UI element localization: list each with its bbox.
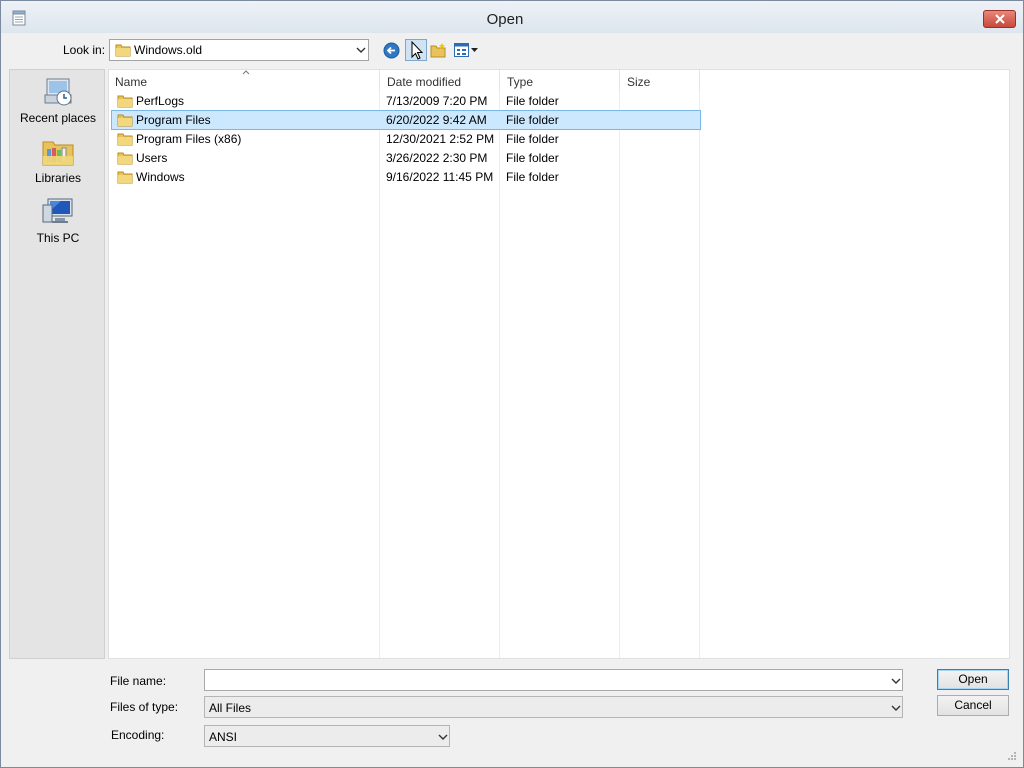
header-separator <box>379 70 380 92</box>
column-header-name[interactable]: Name <box>115 73 147 91</box>
files-of-type-label: Files of type: <box>110 700 179 714</box>
header-separator <box>699 70 700 92</box>
cell-name: PerfLogs <box>136 94 185 108</box>
file-list[interactable]: Name Date modified Type Size PerfLogs 7/1… <box>108 69 1010 659</box>
title-bar: Open <box>1 1 1023 33</box>
up-folder-icon <box>411 41 424 60</box>
chevron-down-icon[interactable] <box>891 678 901 684</box>
folder-icon <box>117 95 133 108</box>
close-icon <box>995 14 1005 24</box>
table-row[interactable]: Program Files (x86) 12/30/2021 2:52 PM Fil… <box>112 130 700 148</box>
recent-places-icon <box>44 78 72 106</box>
file-name-label: File name: <box>110 674 167 688</box>
cell-type: File folder <box>506 132 559 146</box>
place-this-pc[interactable]: This PC <box>10 196 106 245</box>
encoding-label: Encoding: <box>111 728 165 742</box>
chevron-down-icon[interactable] <box>356 47 366 53</box>
encoding-value: ANSI <box>209 730 238 744</box>
files-of-type-select[interactable]: All Files <box>204 696 903 718</box>
table-row[interactable]: Program Files 6/20/2022 9:42 AM File folde… <box>111 110 701 130</box>
open-button[interactable]: Open <box>937 669 1009 690</box>
look-in-value: Windows.old <box>134 43 203 57</box>
chevron-down-icon[interactable] <box>891 705 901 711</box>
place-libraries[interactable]: Libraries <box>10 136 106 185</box>
cell-type: File folder <box>506 170 559 184</box>
cell-date: 9/16/2022 11:45 PM <box>386 170 494 184</box>
column-header-type[interactable]: Type <box>507 73 533 91</box>
cell-date: 12/30/2021 2:52 PM <box>386 132 495 146</box>
cell-name: Program Files (x86) <box>136 132 242 146</box>
window-title: Open <box>486 11 524 28</box>
cell-name: Windows <box>136 170 185 184</box>
look-in-label: Look in: <box>63 43 106 57</box>
table-row[interactable]: Users 3/26/2022 2:30 PM File folder <box>112 149 700 167</box>
cell-type: File folder <box>506 151 559 165</box>
header-separator <box>499 70 500 92</box>
cell-type: File folder <box>506 94 559 108</box>
column-header-date-modified[interactable]: Date modified <box>387 73 461 91</box>
this-pc-icon <box>42 198 73 223</box>
close-button[interactable] <box>983 10 1016 28</box>
place-label: This PC <box>36 231 80 245</box>
files-of-type-value: All Files <box>209 701 252 715</box>
chevron-down-icon[interactable] <box>438 734 448 740</box>
new-folder-icon[interactable] <box>430 42 447 58</box>
cell-date: 3/26/2022 2:30 PM <box>386 151 488 165</box>
folder-icon <box>117 114 133 127</box>
folder-icon <box>117 171 133 184</box>
folder-icon <box>117 152 133 165</box>
table-row[interactable]: Windows 9/16/2022 11:45 PM File folder <box>112 168 700 186</box>
places-bar: Recent places Libraries This PC <box>9 69 105 659</box>
cancel-button[interactable]: Cancel <box>937 695 1009 716</box>
cell-date: 7/13/2009 7:20 PM <box>386 94 488 108</box>
libraries-icon <box>42 141 74 166</box>
file-name-field[interactable] <box>204 669 903 691</box>
encoding-select[interactable]: ANSI <box>204 725 450 747</box>
sort-ascending-icon <box>242 70 250 75</box>
back-icon[interactable] <box>383 42 400 59</box>
view-menu-icon[interactable] <box>454 43 480 57</box>
place-label: Recent places <box>19 111 97 125</box>
folder-icon <box>115 44 131 57</box>
resize-grip-icon[interactable] <box>1007 751 1017 761</box>
folder-icon <box>117 133 133 146</box>
cell-name: Program Files <box>136 113 211 127</box>
place-recent-places[interactable]: Recent places <box>10 76 106 125</box>
cell-type: File folder <box>506 113 559 127</box>
table-row[interactable]: PerfLogs 7/13/2009 7:20 PM File folder <box>112 92 700 110</box>
up-folder-button[interactable] <box>405 39 427 61</box>
header-separator <box>619 70 620 92</box>
open-dialog: Open Look in: Windows.old Recent places … <box>0 0 1024 768</box>
cell-date: 6/20/2022 9:42 AM <box>386 113 487 127</box>
place-label: Libraries <box>34 171 82 185</box>
column-header-size[interactable]: Size <box>627 73 650 91</box>
look-in-combo[interactable]: Windows.old <box>109 39 369 61</box>
cell-name: Users <box>136 151 168 165</box>
